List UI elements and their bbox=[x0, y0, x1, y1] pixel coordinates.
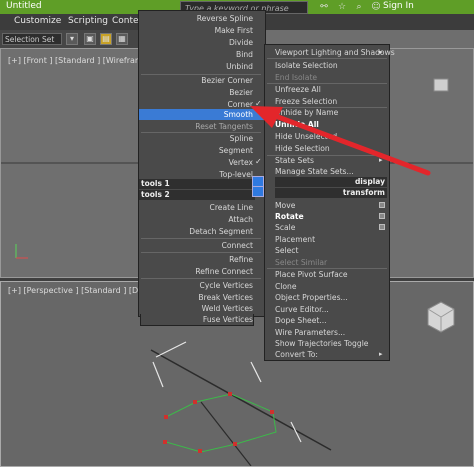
search-icon[interactable]: ⌕ bbox=[353, 2, 365, 13]
menu-item-unbind[interactable]: Unbind bbox=[141, 61, 253, 72]
menu-item-break-vertices[interactable]: Break Vertices bbox=[141, 292, 253, 303]
menu-item-reset-tangents[interactable]: Reset Tangents bbox=[141, 121, 253, 132]
window-title: Untitled bbox=[6, 1, 42, 11]
menu-item-bezier-corner[interactable]: Bezier Corner bbox=[141, 75, 253, 86]
binoculars-icon[interactable]: ⚯ bbox=[318, 2, 330, 13]
viewcube-front-icon[interactable] bbox=[428, 76, 454, 96]
menu-item-refine-connect[interactable]: Refine Connect bbox=[141, 266, 253, 277]
menu-item-end-isolate[interactable]: End Isolate bbox=[275, 72, 383, 83]
spline-vertex[interactable] bbox=[270, 410, 274, 414]
menu-item-wire-parameters[interactable]: Wire Parameters... bbox=[275, 327, 383, 338]
quad-header-transform: transform bbox=[275, 188, 387, 198]
perspective-viewport-label[interactable]: [+] [Perspective ] [Standard ] [Defa bbox=[8, 286, 151, 295]
viewcube-perspective-icon[interactable] bbox=[424, 298, 458, 338]
menu-item-connect[interactable]: Connect bbox=[141, 240, 253, 251]
checkmark-icon: ✓ bbox=[255, 157, 262, 166]
quad-header-tools2: tools 2 bbox=[139, 190, 255, 200]
spline-vertex[interactable] bbox=[228, 392, 232, 396]
menu-item-fuse-vertices[interactable]: Fuse Vertices bbox=[140, 314, 254, 326]
front-axis-tripod-icon bbox=[12, 240, 32, 262]
submenu-arrow-icon: ▸ bbox=[379, 156, 383, 164]
menu-item-detach-segment[interactable]: Detach Segment bbox=[141, 226, 253, 237]
schematic-icon[interactable]: ▦ bbox=[116, 33, 128, 45]
settings-box-icon[interactable] bbox=[379, 213, 385, 219]
separator bbox=[267, 58, 387, 59]
menu-item-convert-to[interactable]: Convert To: bbox=[275, 349, 383, 360]
menu-item-curve-editor[interactable]: Curve Editor... bbox=[275, 304, 383, 315]
menu-item-show-trajectories[interactable]: Show Trajectories Toggle bbox=[275, 338, 383, 349]
submenu-arrow-icon: ▸ bbox=[379, 350, 383, 358]
menu-item-rotate[interactable]: Rotate bbox=[275, 211, 375, 222]
menu-item-smooth[interactable]: Smooth bbox=[139, 109, 265, 120]
menu-scripting[interactable]: Scripting bbox=[68, 16, 108, 26]
menu-item-refine[interactable]: Refine bbox=[141, 254, 253, 265]
sign-in-button[interactable]: Sign In bbox=[383, 1, 414, 11]
menu-item-vertex[interactable]: Vertex bbox=[141, 157, 253, 168]
spline-vertex[interactable] bbox=[233, 442, 237, 446]
quad-header-tools1: tools 1 bbox=[139, 179, 255, 189]
menu-item-hide-selection[interactable]: Hide Selection bbox=[275, 143, 383, 154]
folder-icon[interactable]: ▤ bbox=[100, 33, 112, 45]
dropdown-arrow-icon[interactable]: ▾ bbox=[66, 33, 78, 45]
menu-item-clone[interactable]: Clone bbox=[275, 281, 383, 292]
menu-item-select[interactable]: Select bbox=[275, 245, 375, 256]
menu-item-reverse-spline[interactable]: Reverse Spline bbox=[141, 13, 253, 24]
quad-header-display: display bbox=[275, 177, 387, 187]
menu-item-select-similar[interactable]: Select Similar bbox=[275, 257, 375, 268]
menu-item-object-properties[interactable]: Object Properties... bbox=[275, 292, 383, 303]
menu-item-manage-state-sets[interactable]: Manage State Sets... bbox=[275, 166, 383, 177]
menu-item-cycle-vertices[interactable]: Cycle Vertices bbox=[141, 280, 253, 291]
named-selection-icon[interactable]: ▣ bbox=[84, 33, 96, 45]
menu-item-place-pivot-surface[interactable]: Place Pivot Surface bbox=[275, 269, 383, 280]
menu-item-weld-vertices[interactable]: Weld Vertices bbox=[141, 303, 253, 314]
submenu-arrow-icon: ▸ bbox=[379, 48, 383, 56]
spline-vertex[interactable] bbox=[198, 449, 202, 453]
separator bbox=[141, 278, 261, 279]
selection-set-dropdown[interactable]: Selection Set bbox=[2, 33, 62, 45]
user-icon[interactable]: ☺ bbox=[370, 2, 382, 13]
separator bbox=[141, 238, 261, 239]
settings-box-icon[interactable] bbox=[379, 224, 385, 230]
settings-box-icon[interactable] bbox=[379, 202, 385, 208]
menu-item-dope-sheet[interactable]: Dope Sheet... bbox=[275, 315, 383, 326]
menu-item-make-first[interactable]: Make First bbox=[141, 25, 253, 36]
menu-item-hide-unselected[interactable]: Hide Unselected bbox=[275, 131, 383, 142]
spline-vertex[interactable] bbox=[193, 400, 197, 404]
menu-item-unfreeze-all[interactable]: Unfreeze All bbox=[275, 84, 383, 95]
menu-item-placement[interactable]: Placement bbox=[275, 234, 375, 245]
menu-item-bind[interactable]: Bind bbox=[141, 49, 253, 60]
menu-item-scale[interactable]: Scale bbox=[275, 222, 375, 233]
menu-item-spline[interactable]: Spline bbox=[141, 133, 253, 144]
menu-item-move[interactable]: Move bbox=[275, 200, 375, 211]
menu-item-isolate-selection[interactable]: Isolate Selection bbox=[275, 60, 383, 71]
menu-content[interactable]: Conte bbox=[112, 16, 139, 26]
quad-menu-right: Viewport Lighting and Shadows ▸ Isolate … bbox=[264, 44, 395, 361]
menu-item-viewport-lighting[interactable]: Viewport Lighting and Shadows bbox=[275, 47, 395, 58]
menu-item-unhide-by-name[interactable]: Unhide by Name bbox=[275, 107, 383, 118]
menu-item-state-sets[interactable]: State Sets bbox=[275, 155, 383, 166]
front-viewport-label[interactable]: [+] [Front ] [Standard ] [Wireframe bbox=[8, 56, 148, 65]
menu-item-segment[interactable]: Segment bbox=[141, 145, 253, 156]
star-icon[interactable]: ☆ bbox=[336, 2, 348, 13]
menu-item-unhide-all[interactable]: Unhide All bbox=[275, 119, 383, 130]
spline-vertex[interactable] bbox=[163, 440, 167, 444]
menu-item-bezier[interactable]: Bezier bbox=[141, 87, 253, 98]
menu-customize[interactable]: Customize bbox=[14, 16, 61, 26]
separator bbox=[141, 252, 261, 253]
quad-menu-left: Reverse Spline Make First Divide Bind Un… bbox=[138, 10, 266, 317]
menu-item-divide[interactable]: Divide bbox=[141, 37, 253, 48]
menu-item-attach[interactable]: Attach bbox=[141, 214, 253, 225]
menu-item-create-line[interactable]: Create Line bbox=[141, 202, 253, 213]
spline-vertex[interactable] bbox=[164, 415, 168, 419]
checkmark-icon: ✓ bbox=[255, 99, 262, 108]
menu-item-freeze-selection[interactable]: Freeze Selection bbox=[275, 96, 383, 107]
